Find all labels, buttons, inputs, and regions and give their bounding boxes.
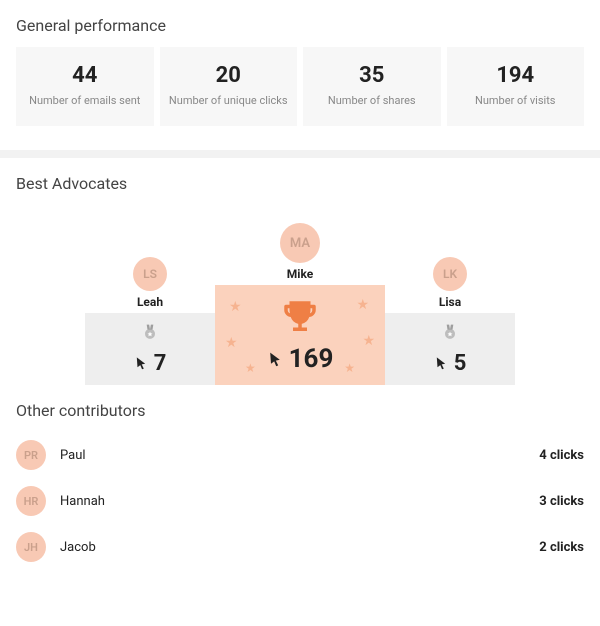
star-icon: ★	[344, 361, 355, 375]
avatar: LS	[133, 257, 167, 291]
stat-label: Number of shares	[309, 94, 435, 108]
podium-header: LK Lisa	[385, 257, 515, 309]
general-performance-title: General performance	[16, 16, 584, 35]
podium-second: LS Leah 7	[85, 313, 215, 385]
podium-header: LS Leah	[85, 257, 215, 309]
medal-bronze-icon	[440, 323, 460, 347]
advocates-podium: LS Leah 7 MA Mike ★ ★ ★	[16, 205, 584, 385]
avatar: PR	[16, 440, 46, 470]
podium-base: 5	[385, 313, 515, 385]
podium-header: MA Mike	[215, 223, 385, 281]
contributor-clicks: 4 clicks	[539, 448, 584, 463]
stat-value: 44	[22, 63, 148, 88]
stat-value: 35	[309, 63, 435, 88]
list-item: JH Jacob 2 clicks	[16, 524, 584, 570]
contributor-name: Hannah	[60, 494, 105, 509]
advocate-name: Lisa	[439, 295, 461, 309]
section-divider	[0, 150, 600, 158]
advocate-name: Leah	[137, 295, 163, 309]
contributor-name: Jacob	[60, 540, 96, 555]
podium-base: 7	[85, 313, 215, 385]
clicks-count: 7	[134, 351, 167, 376]
stat-label: Number of emails sent	[22, 94, 148, 108]
advocate-name: Mike	[287, 267, 313, 281]
best-advocates-section: Best Advocates LS Leah 7 MA Mike	[0, 174, 600, 385]
list-item: HR Hannah 3 clicks	[16, 478, 584, 524]
clicks-value: 7	[154, 351, 167, 376]
other-contributors-section: Other contributors PR Paul 4 clicks HR H…	[0, 401, 600, 570]
cursor-icon	[134, 356, 148, 370]
cursor-icon	[434, 356, 448, 370]
podium-base: ★ ★ ★ ★ ★ ★ 169	[215, 285, 385, 385]
contributor-clicks: 2 clicks	[539, 540, 584, 555]
best-advocates-title: Best Advocates	[16, 174, 584, 193]
stat-card-emails: 44 Number of emails sent	[16, 47, 154, 126]
stat-value: 194	[453, 63, 579, 88]
stat-value: 20	[166, 63, 292, 88]
podium-first: MA Mike ★ ★ ★ ★ ★ ★ 169	[215, 285, 385, 385]
clicks-value: 169	[289, 344, 334, 374]
avatar: LK	[433, 257, 467, 291]
star-icon: ★	[356, 297, 369, 313]
clicks-value: 5	[454, 351, 467, 376]
star-icon: ★	[362, 333, 375, 349]
podium-third: LK Lisa 5	[385, 313, 515, 385]
star-icon: ★	[225, 335, 238, 351]
stat-card-unique-clicks: 20 Number of unique clicks	[160, 47, 298, 126]
avatar: JH	[16, 532, 46, 562]
trophy-icon	[279, 296, 321, 342]
star-icon: ★	[229, 299, 242, 315]
stat-card-shares: 35 Number of shares	[303, 47, 441, 126]
clicks-count: 5	[434, 351, 467, 376]
star-icon: ★	[245, 361, 256, 375]
contributor-name: Paul	[60, 448, 86, 463]
clicks-count: 169	[267, 344, 334, 374]
general-performance-section: General performance 44 Number of emails …	[0, 16, 600, 126]
stat-label: Number of unique clicks	[166, 94, 292, 108]
avatar: HR	[16, 486, 46, 516]
list-item: PR Paul 4 clicks	[16, 432, 584, 478]
medal-silver-icon	[140, 323, 160, 347]
other-contributors-title: Other contributors	[16, 401, 584, 420]
stat-label: Number of visits	[453, 94, 579, 108]
cursor-icon	[267, 351, 283, 367]
stat-card-visits: 194 Number of visits	[447, 47, 585, 126]
contributor-clicks: 3 clicks	[539, 494, 584, 509]
avatar: MA	[280, 223, 320, 263]
general-cards: 44 Number of emails sent 20 Number of un…	[16, 47, 584, 126]
